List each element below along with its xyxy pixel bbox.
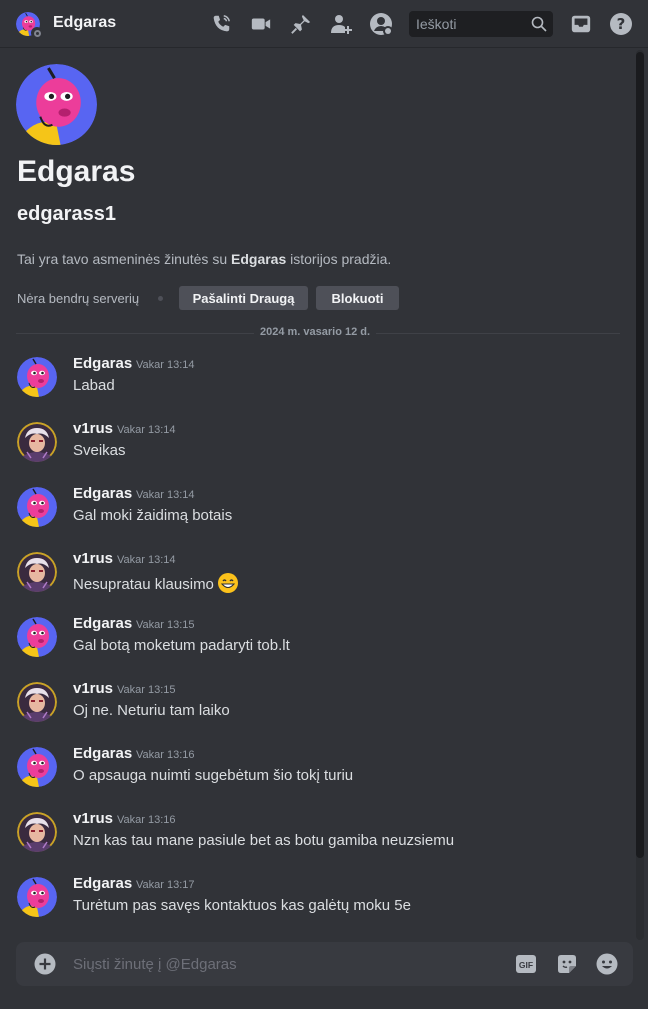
message-timestamp: Vakar 13:14 (117, 424, 176, 436)
desc-name: Edgaras (231, 251, 287, 267)
message-avatar[interactable] (17, 812, 57, 852)
message-item[interactable]: Edgaras Vakar 13:14 Gal moki žaidimą botai… (0, 485, 630, 545)
message-timestamp: Vakar 13:17 (136, 879, 195, 891)
desc-prefix: Tai yra tavo asmeninės žinutės su (17, 251, 231, 267)
message-author[interactable]: Edgaras (73, 355, 132, 372)
message-content: Gal botą moketum padaryti tob.lt (73, 637, 290, 654)
pin-icon[interactable] (289, 12, 313, 36)
block-button[interactable]: Blokuoti (316, 286, 399, 310)
message-item[interactable]: Edgaras Vakar 13:16 O apsauga nuimti sugeb… (0, 745, 630, 805)
profile-icon[interactable] (369, 12, 393, 36)
offline-status-icon (31, 27, 43, 39)
message-avatar[interactable] (17, 422, 57, 462)
sticker-icon[interactable] (555, 952, 579, 976)
search-input[interactable]: Ieškoti (409, 11, 553, 37)
message-timestamp: Vakar 13:14 (136, 359, 195, 371)
voice-call-icon[interactable] (209, 12, 233, 36)
message-avatar[interactable] (17, 682, 57, 722)
desc-suffix: istorijos pradžia. (286, 251, 392, 267)
message-avatar[interactable] (17, 552, 57, 592)
search-placeholder: Ieškoti (416, 16, 457, 32)
scrollbar-thumb[interactable] (636, 52, 644, 858)
message-content: Sveikas (73, 442, 126, 459)
channel-header: Edgaras Ieškoti ? (0, 0, 648, 48)
message-item[interactable]: v1rus Vakar 13:14 Sveikas (0, 420, 630, 480)
inbox-icon[interactable] (569, 12, 593, 36)
message-avatar[interactable] (17, 747, 57, 787)
message-avatar[interactable] (17, 877, 57, 917)
message-text: Gal moki žaidimą botais (73, 507, 233, 524)
message-input[interactable]: Siųsti žinutę į @Edgaras (73, 956, 237, 973)
message-avatar[interactable] (17, 487, 57, 527)
add-attachment-icon[interactable] (34, 953, 56, 975)
conversation-start-text: Tai yra tavo asmeninės žinutės su Edgara… (17, 251, 391, 267)
profile-display-name: Edgaras (17, 155, 136, 188)
message-text: Oj ne. Neturiu tam laiko (73, 702, 230, 719)
add-friend-icon[interactable] (329, 12, 353, 36)
message-content: Nzn kas tau mane pasiule bet as botu gam… (73, 832, 454, 849)
message-item[interactable]: Edgaras Vakar 13:17 Turėtum pas savęs kont… (0, 875, 630, 935)
message-author[interactable]: Edgaras (73, 875, 132, 892)
message-timestamp: Vakar 13:14 (117, 554, 176, 566)
message-author[interactable]: v1rus (73, 680, 113, 697)
message-timestamp: Vakar 13:15 (117, 684, 176, 696)
message-text: Gal botą moketum padaryti tob.lt (73, 637, 290, 654)
message-item[interactable]: v1rus Vakar 13:15 Oj ne. Neturiu tam laiko (0, 680, 630, 740)
message-item[interactable]: v1rus Vakar 13:14 Nesupratau klausimo (0, 550, 630, 610)
grinning-emoji-icon[interactable] (217, 572, 239, 598)
separator-dot (158, 296, 163, 301)
message-content: Oj ne. Neturiu tam laiko (73, 702, 230, 719)
message-timestamp: Vakar 13:14 (136, 489, 195, 501)
gif-icon[interactable]: GIF (514, 952, 538, 976)
message-text: Turėtum pas savęs kontaktuos kas galėtų … (73, 897, 411, 914)
message-text: Labad (73, 377, 115, 394)
profile-avatar[interactable] (16, 64, 97, 145)
message-author[interactable]: Edgaras (73, 485, 132, 502)
search-icon (531, 16, 547, 37)
mutual-servers-text: Nėra bendrų serverių (17, 291, 140, 306)
message-author[interactable]: v1rus (73, 550, 113, 567)
message-timestamp: Vakar 13:16 (117, 814, 176, 826)
video-call-icon[interactable] (249, 12, 273, 36)
message-author[interactable]: v1rus (73, 810, 113, 827)
message-timestamp: Vakar 13:15 (136, 619, 195, 631)
header-title[interactable]: Edgaras (53, 14, 116, 32)
message-text: O apsauga nuimti sugebėtum šio tokį turi… (73, 767, 354, 784)
help-icon[interactable]: ? (609, 12, 633, 36)
emoji-icon[interactable] (595, 952, 619, 976)
message-content: Nesupratau klausimo (73, 572, 239, 598)
message-text: Nesupratau klausimo (73, 575, 214, 593)
message-content: Gal moki žaidimą botais (73, 507, 232, 524)
message-text: Nzn kas tau mane pasiule bet as botu gam… (73, 832, 455, 849)
message-author[interactable]: v1rus (73, 420, 113, 437)
message-item[interactable]: v1rus Vakar 13:16 Nzn kas tau mane pasiule… (0, 810, 630, 870)
svg-text:?: ? (617, 15, 626, 33)
message-composer[interactable]: Siųsti žinutę į @Edgaras GIF (16, 942, 633, 986)
message-author[interactable]: Edgaras (73, 615, 132, 632)
date-divider-label: 2024 m. vasario 12 d. (254, 326, 377, 338)
message-item[interactable]: Edgaras Vakar 13:15 Gal botą moketum padar… (0, 615, 630, 675)
message-avatar[interactable] (17, 357, 57, 397)
message-text: Sveikas (73, 442, 126, 459)
gif-label: GIF (519, 960, 533, 970)
message-content: Labad (73, 377, 115, 394)
message-timestamp: Vakar 13:16 (136, 749, 195, 761)
message-author[interactable]: Edgaras (73, 745, 132, 762)
profile-username: edgarass1 (17, 203, 116, 225)
remove-friend-button[interactable]: Pašalinti Draugą (179, 286, 308, 310)
message-content: O apsauga nuimti sugebėtum šio tokį turi… (73, 767, 353, 784)
message-content: Turėtum pas savęs kontaktuos kas galėtų … (73, 897, 411, 914)
message-item[interactable]: Edgaras Vakar 13:14 Labad (0, 355, 630, 415)
message-avatar[interactable] (17, 617, 57, 657)
